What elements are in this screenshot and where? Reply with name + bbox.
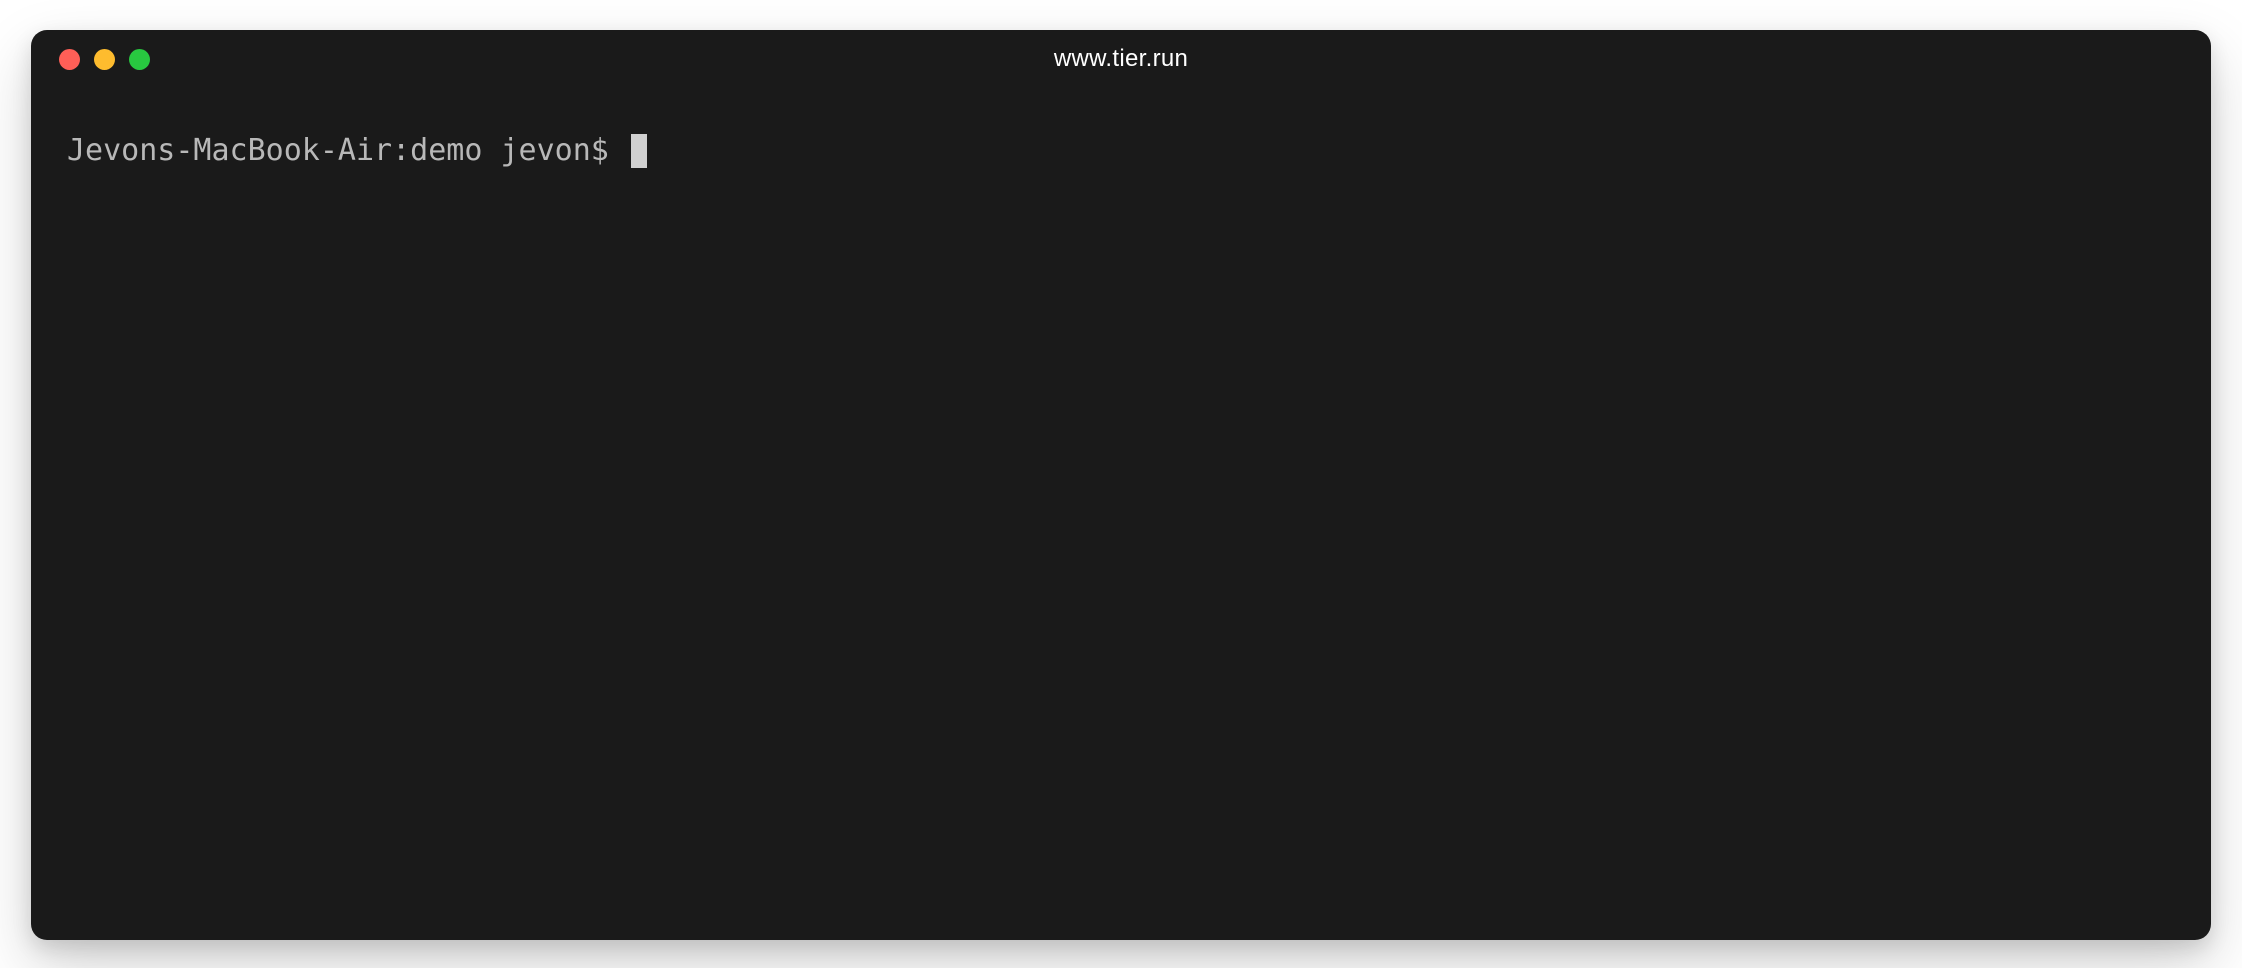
- minimize-icon[interactable]: [94, 49, 115, 70]
- prompt-text: Jevons-MacBook-Air:demo jevon$: [67, 130, 627, 172]
- close-icon[interactable]: [59, 49, 80, 70]
- window-title: www.tier.run: [1054, 45, 1188, 73]
- traffic-lights: [59, 49, 150, 70]
- titlebar: www.tier.run: [31, 30, 2211, 88]
- maximize-icon[interactable]: [129, 49, 150, 70]
- terminal-window: www.tier.run Jevons-MacBook-Air:demo jev…: [31, 30, 2211, 940]
- cursor-icon: [631, 134, 647, 168]
- terminal-body[interactable]: Jevons-MacBook-Air:demo jevon$: [31, 88, 2211, 940]
- prompt-line: Jevons-MacBook-Air:demo jevon$: [67, 130, 2175, 172]
